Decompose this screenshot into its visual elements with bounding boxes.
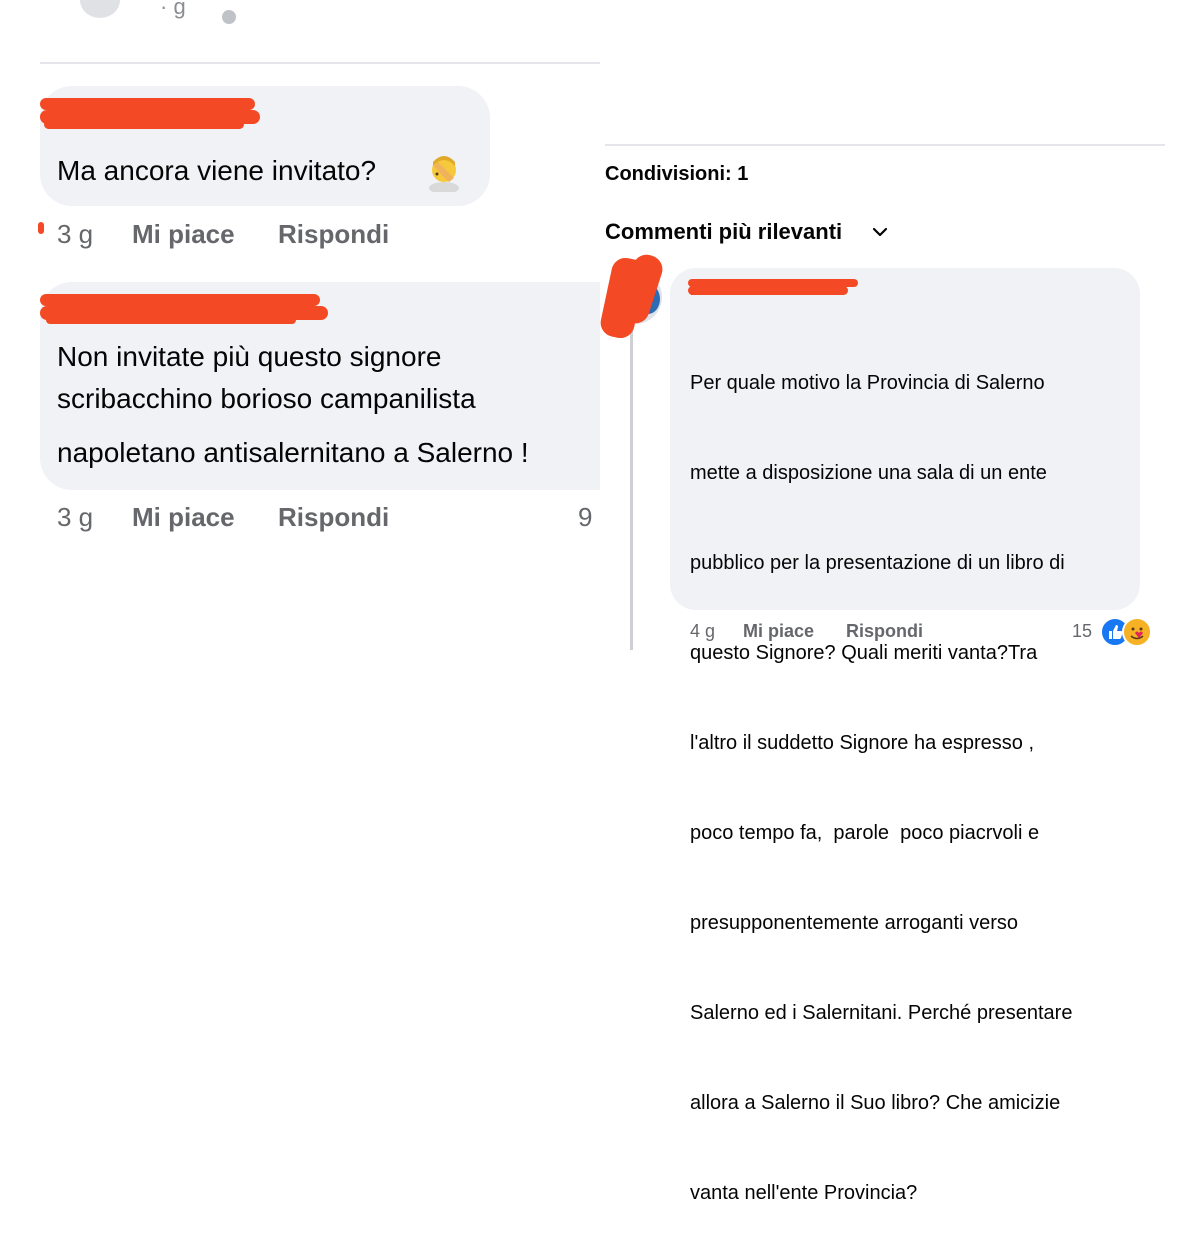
reply-button[interactable]: Rispondi (278, 502, 389, 533)
comment-time[interactable]: 4 g (690, 621, 715, 642)
comment-text-line: napoletano antisalernitano a Salerno ! (57, 437, 529, 468)
divider (605, 144, 1165, 146)
comment-text-line: presupponentemente arroganti verso (690, 912, 1018, 934)
reply-button[interactable]: Rispondi (278, 219, 389, 250)
redaction-mark (688, 286, 848, 295)
globe-icon (222, 10, 236, 24)
comment-text-line: allora a Salerno il Suo libro? Che amici… (690, 1092, 1061, 1114)
comment-text-line: Per quale motivo la Provincia di Salerno (690, 372, 1045, 394)
comment-text: Per quale motivo la Provincia di Salerno… (690, 308, 1072, 1238)
reaction-count[interactable]: 9 (578, 502, 592, 533)
reaction-count[interactable]: 15 (1072, 621, 1092, 642)
comment-text-line: mette a disposizione una sala di un ente (690, 462, 1047, 484)
comment-text-line: Salerno ed i Salernitani. Perché present… (690, 1002, 1073, 1024)
time-clipped: · g (160, 0, 186, 19)
comment-text-line: questo Signore? Quali meriti vanta?Tra (690, 642, 1038, 664)
sort-dropdown-label[interactable]: Commenti più rilevanti (605, 219, 842, 245)
comment-text-line: vanta nell'ente Provincia? (690, 1182, 918, 1204)
comment-text-line: Non invitate più questo signore (57, 341, 442, 372)
avatar-clipped (80, 0, 120, 18)
like-button[interactable]: Mi piace (132, 219, 235, 250)
care-reaction-icon[interactable] (1122, 617, 1152, 647)
comment-text-line: pubblico per la presentazione di un libr… (690, 552, 1065, 574)
comment-text-line: l'altro il suddetto Signore ha espresso … (690, 732, 1035, 754)
reply-button[interactable]: Rispondi (846, 621, 923, 642)
redaction-mark (44, 120, 244, 129)
comment-time[interactable]: 3 g (57, 219, 93, 250)
comment-text-line: poco tempo fa, parole poco piacrvoli e (690, 822, 1040, 844)
chevron-down-icon[interactable] (872, 226, 888, 238)
redaction-mark (40, 294, 320, 306)
comment-text: Ma ancora viene invitato? (57, 155, 377, 186)
previous-comment-meta-clipped: · g (40, 0, 236, 30)
redaction-mark (40, 98, 255, 110)
thread-line (630, 330, 633, 650)
shares-count[interactable]: Condivisioni: 1 (605, 163, 748, 186)
redaction-edge (38, 222, 44, 234)
like-button[interactable]: Mi piace (743, 621, 814, 642)
facepalm-emoji (429, 156, 459, 192)
comment-text-line: scribacchino borioso campanilista (57, 383, 476, 414)
comment-time[interactable]: 3 g (57, 502, 93, 533)
like-button[interactable]: Mi piace (132, 502, 235, 533)
divider (40, 62, 600, 64)
redaction-mark (46, 316, 296, 324)
